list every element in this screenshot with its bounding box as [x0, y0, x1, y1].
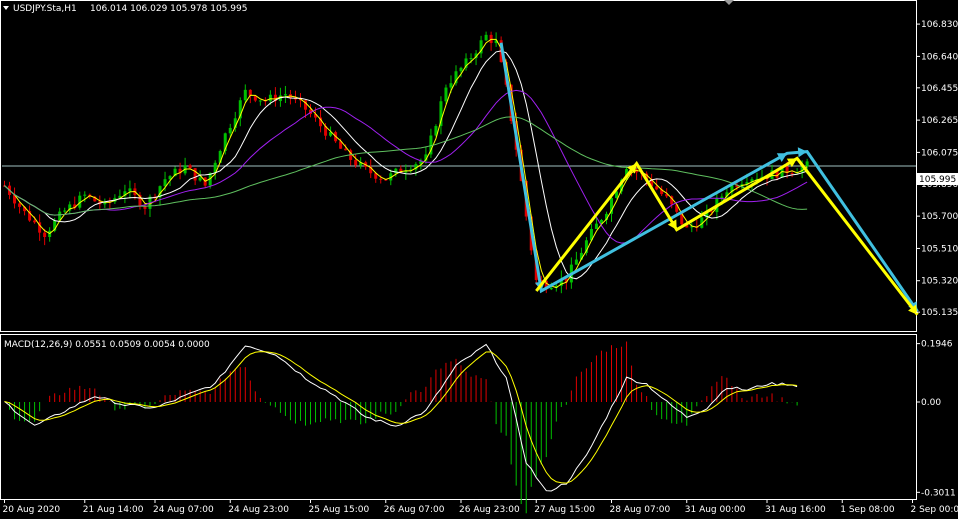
candle-body	[484, 34, 488, 41]
price-axis-label: 106.265	[921, 116, 958, 126]
price-axis-label: 106.455	[921, 84, 958, 94]
candle-body	[594, 223, 598, 229]
candle-body	[193, 168, 197, 181]
macd-axis-label: 0.00	[921, 398, 941, 408]
price-axis-label: 105.135	[921, 308, 958, 318]
price-axis-label: 105.700	[921, 212, 958, 222]
ohlc-readout: 106.014 106.029 105.978 105.995	[90, 4, 247, 14]
candle-body	[268, 94, 272, 102]
candle-body	[379, 178, 383, 180]
candle-body	[444, 87, 448, 102]
candle-body	[143, 206, 147, 209]
candle-body	[198, 177, 202, 181]
macd-axis-label: 0.1946	[921, 340, 953, 350]
time-axis-label: 31 Aug 00:00	[685, 505, 746, 515]
price-axis-label: 105.510	[921, 244, 958, 254]
macd-axis-label: -0.3011	[921, 488, 956, 498]
candle-body	[243, 89, 247, 101]
candle-body	[354, 159, 358, 166]
candle-body	[33, 220, 37, 223]
price-axis-label: 105.320	[921, 277, 958, 287]
price-axis-label: 106.830	[921, 20, 958, 30]
price-axis-label: 106.075	[921, 148, 958, 158]
candle-body	[655, 186, 659, 190]
candle-body	[188, 165, 192, 169]
candle-body	[258, 100, 262, 102]
candle-body	[469, 58, 473, 60]
candle-body	[18, 203, 22, 207]
time-axis-label: 25 Aug 15:00	[309, 505, 370, 515]
chart-background	[0, 0, 958, 519]
time-axis-label: 20 Aug 2020	[3, 505, 61, 515]
candle-body	[805, 161, 809, 167]
symbol-label: USDJPY.Sta,H1	[13, 4, 77, 14]
time-axis-label: 27 Aug 15:00	[534, 505, 595, 515]
candle-body	[790, 173, 794, 175]
candle-body	[228, 127, 232, 134]
time-axis-label: 26 Aug 23:00	[459, 505, 520, 515]
candle-body	[163, 179, 167, 187]
candle-body	[449, 83, 453, 88]
time-axis-label: 1 Sep 08:00	[840, 505, 895, 515]
candle-body	[344, 148, 348, 151]
candle-body	[83, 194, 87, 196]
time-axis-label: 2 Sep 00:00	[910, 505, 958, 515]
current-price-label: 105.995	[919, 175, 956, 185]
time-axis-label: 21 Aug 14:00	[83, 505, 144, 515]
candle-body	[128, 188, 132, 192]
price-axis-label: 106.640	[921, 52, 958, 62]
time-axis-label: 24 Aug 23:00	[228, 505, 289, 515]
candle-body	[549, 287, 553, 290]
time-axis-label: 31 Aug 16:00	[765, 505, 826, 515]
time-axis-label: 28 Aug 07:00	[610, 505, 671, 515]
candle-body	[574, 259, 578, 265]
macd-header: MACD(12,26,9) 0.0551 0.0509 0.0054 0.000…	[4, 340, 210, 350]
time-axis-label: 24 Aug 07:00	[153, 505, 214, 515]
chart-area[interactable]: 106.830106.640106.455106.265106.075105.8…	[0, 0, 958, 519]
candle-body	[63, 210, 67, 212]
candle-body	[43, 232, 47, 237]
candle-body	[459, 67, 463, 72]
time-axis-label: 26 Aug 07:00	[384, 505, 445, 515]
candle-body	[283, 94, 287, 96]
